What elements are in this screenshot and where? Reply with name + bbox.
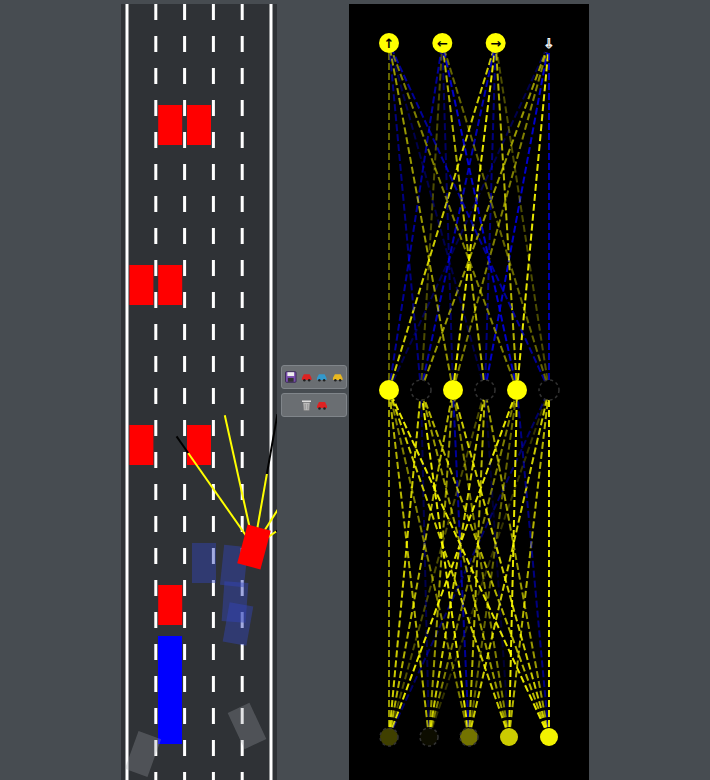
road-canvas <box>121 4 277 780</box>
input-node <box>420 728 438 746</box>
connection <box>389 43 421 390</box>
connection <box>496 43 517 390</box>
input-node <box>540 728 558 746</box>
faded-car <box>223 602 254 646</box>
output-node: ↓ <box>539 33 559 53</box>
connection <box>442 43 485 390</box>
lane-divider <box>183 4 186 780</box>
damaged-car <box>228 703 267 749</box>
traffic-car <box>158 265 182 305</box>
output-node: ↑ <box>379 33 399 53</box>
connection <box>429 390 549 737</box>
traffic-car <box>129 265 153 305</box>
hidden-node <box>443 380 463 400</box>
connection <box>453 43 496 390</box>
connection <box>453 390 549 737</box>
connection <box>389 390 429 737</box>
blue-car-icon <box>316 372 328 382</box>
traffic-car <box>129 425 153 465</box>
connection <box>442 43 517 390</box>
best-car <box>158 636 182 676</box>
connection <box>389 390 549 737</box>
connection <box>389 390 453 737</box>
traffic-car <box>158 105 182 145</box>
connection <box>421 43 549 390</box>
trash-icon <box>301 399 312 411</box>
road-border <box>126 4 129 780</box>
connection <box>469 390 517 737</box>
output-node: ← <box>432 33 452 53</box>
connection <box>389 390 421 737</box>
hidden-node <box>379 380 399 400</box>
connection <box>442 43 549 390</box>
connection <box>548 43 550 390</box>
output-label: → <box>490 36 501 51</box>
connection <box>389 43 485 390</box>
connection <box>389 390 485 737</box>
traffic-car <box>187 425 211 465</box>
hidden-node <box>507 380 527 400</box>
connection <box>389 43 496 390</box>
sensor-ray <box>254 414 277 547</box>
connection <box>421 390 509 737</box>
output-label: ↑ <box>384 36 395 51</box>
red-car-icon <box>301 372 313 382</box>
red-car-icon <box>316 400 328 410</box>
discard-button[interactable] <box>281 393 347 417</box>
connection <box>389 43 549 390</box>
save-icon <box>285 371 297 383</box>
output-node: → <box>486 33 506 53</box>
connection <box>421 390 429 737</box>
connection <box>388 43 390 390</box>
connection <box>517 390 549 737</box>
input-node <box>380 728 398 746</box>
output-label: ← <box>437 36 448 51</box>
connection <box>485 390 549 737</box>
connection <box>388 390 390 737</box>
connection <box>421 390 469 737</box>
faded-car <box>192 543 216 583</box>
connection <box>421 390 549 737</box>
lane-divider <box>212 4 215 780</box>
road-border <box>270 4 273 780</box>
connection <box>389 390 549 737</box>
player-car <box>237 525 271 570</box>
connection <box>389 390 509 737</box>
connection <box>496 43 549 390</box>
traffic-car <box>187 105 211 145</box>
lane-divider <box>154 4 157 780</box>
connection <box>389 390 517 737</box>
connection <box>429 390 517 737</box>
damaged-car <box>125 731 161 777</box>
taxi-icon <box>332 372 344 382</box>
connection <box>389 43 517 390</box>
traffic-car <box>158 585 182 625</box>
connection <box>389 43 549 390</box>
connection <box>548 390 550 737</box>
input-node <box>500 728 518 746</box>
best-car <box>158 704 182 744</box>
connection <box>485 43 549 390</box>
lane-divider <box>241 4 244 780</box>
input-node <box>460 728 478 746</box>
connection <box>485 390 509 737</box>
hidden-node <box>539 380 559 400</box>
network-canvas: ↑ ← → ↓ <box>349 4 589 780</box>
connection <box>389 43 453 390</box>
connection <box>442 43 453 390</box>
hidden-node <box>475 380 495 400</box>
connection <box>389 390 469 737</box>
save-button[interactable] <box>281 365 347 389</box>
output-label: ↓ <box>544 36 555 51</box>
hidden-node <box>411 380 431 400</box>
connection <box>453 43 549 390</box>
connection <box>389 43 442 390</box>
